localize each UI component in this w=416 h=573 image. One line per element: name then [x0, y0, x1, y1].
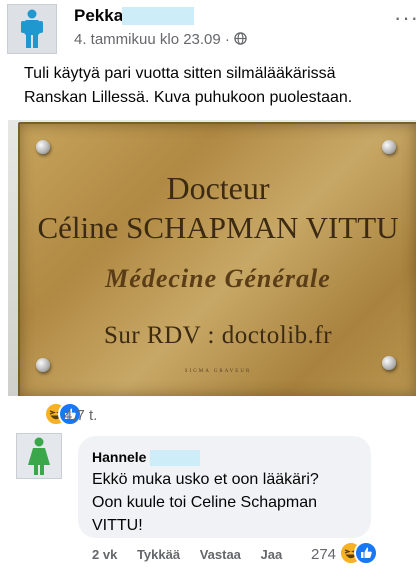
redaction-box [122, 7, 194, 25]
comment-text: Ekkö muka usko et oon lääkäri? Oon kuule… [92, 468, 319, 537]
like-button[interactable]: Tykkää [137, 547, 180, 562]
post-photo[interactable]: Docteur Céline SCHAPMAN VITTU Médecine G… [8, 120, 416, 396]
plaque-maker: SIGMA GRAVEUR [184, 369, 252, 374]
reaction-count[interactable]: 4,7 t. [64, 407, 97, 424]
post-text-line: Ranskan Lillessä. Kuva puhukoon puolesta… [24, 89, 353, 106]
post-author-name[interactable]: Pekka [74, 6, 123, 26]
comment-author-avatar[interactable] [16, 433, 62, 479]
more-options-button[interactable]: ··· [394, 5, 416, 31]
comment-age[interactable]: 2 vk [92, 547, 117, 562]
person-icon [28, 437, 50, 475]
reply-button[interactable]: Vastaa [200, 547, 241, 562]
brass-plaque: Docteur Céline SCHAPMAN VITTU Médecine G… [18, 122, 416, 396]
comment-actions: 2 vk Tykkää Vastaa Jaa [92, 547, 298, 562]
globe-icon [234, 32, 247, 45]
comment-reaction-count[interactable]: 274 [311, 546, 336, 563]
redaction-box [150, 450, 200, 466]
like-icon [354, 541, 378, 565]
meta-separator: · [224, 31, 230, 48]
post-author-avatar[interactable] [7, 4, 57, 54]
plaque-name: Céline SCHAPMAN VITTU [37, 210, 399, 245]
share-button[interactable]: Jaa [261, 547, 283, 562]
post-meta: 4. tammikuu klo 23.09 · [74, 31, 247, 48]
post-timestamp[interactable]: 4. tammikuu klo 23.09 [74, 31, 221, 48]
screw-icon [382, 140, 396, 154]
plaque-title: Docteur [166, 170, 270, 206]
screw-icon [382, 356, 396, 370]
comment-author-name[interactable]: Hannele [92, 449, 146, 465]
plaque-appointment: Sur RDV : doctolib.fr [103, 322, 333, 349]
screw-icon [36, 140, 50, 154]
comment-text-line: Ekkö muka usko et oon lääkäri? [92, 471, 319, 488]
post-text-line: Tuli käytyä pari vuotta sitten silmälääk… [24, 65, 336, 82]
comment-text-line: Oon kuule toi Celine Schapman [92, 494, 318, 511]
plaque-specialty: Médecine Générale [105, 264, 331, 293]
person-icon [21, 9, 43, 48]
comment-text-line: VITTU! [92, 517, 143, 534]
post-text: Tuli käytyä pari vuotta sitten silmälääk… [24, 62, 404, 110]
